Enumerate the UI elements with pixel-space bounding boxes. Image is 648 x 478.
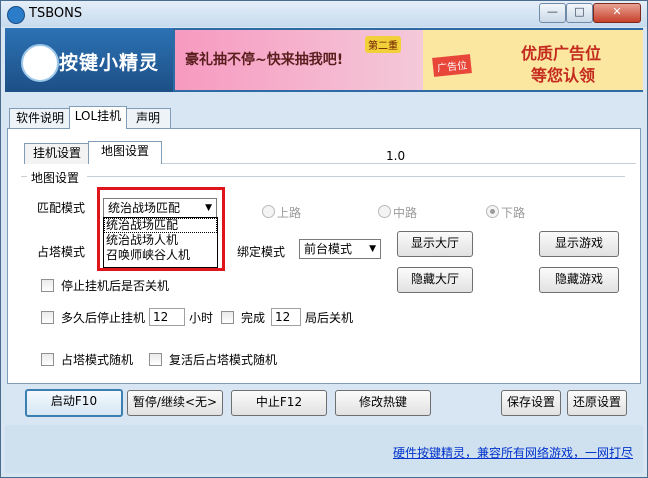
window-title: TSBONS xyxy=(29,6,83,21)
start-button[interactable]: 启动F10 xyxy=(25,389,123,417)
banner: 按键小精灵 豪礼抽不停~快来抽我吧! 第二重 广告位 优质广告位 等您认领 xyxy=(5,28,643,92)
lane-mid-label: 中路 xyxy=(393,206,418,220)
finish-games-checkbox[interactable] xyxy=(221,311,234,324)
finish-label: 完成 xyxy=(241,311,266,325)
ad1-badge: 第二重 xyxy=(365,36,401,53)
finish-suffix-label: 局后关机 xyxy=(305,311,354,325)
hide-game-button[interactable]: 隐藏游戏 xyxy=(539,267,619,293)
maximize-button[interactable]: □ xyxy=(566,3,593,23)
show-hall-button[interactable]: 显示大厅 xyxy=(397,231,473,257)
ad1-text: 豪礼抽不停~快来抽我吧! xyxy=(185,52,344,68)
tab-afk-settings[interactable]: 挂机设置 xyxy=(24,143,90,164)
finish-games-input[interactable]: 12 xyxy=(271,308,301,326)
bind-mode-select[interactable]: 前台模式 ▼ xyxy=(299,239,381,259)
stop-button[interactable]: 中止F12 xyxy=(231,390,327,416)
stop-after-hours-input[interactable]: 12 xyxy=(149,308,185,326)
lane-mid-radio[interactable] xyxy=(378,205,391,218)
close-button[interactable]: ✕ xyxy=(593,3,641,23)
chevron-down-icon: ▼ xyxy=(369,244,376,254)
bind-mode-label: 绑定模式 xyxy=(237,245,286,259)
shutdown-after-stop-checkbox[interactable] xyxy=(41,279,54,292)
hours-unit-label: 小时 xyxy=(189,311,214,325)
lane-bottom-label: 下路 xyxy=(501,206,526,220)
logo-text: 按键小精灵 xyxy=(59,52,160,74)
lane-top-radio[interactable] xyxy=(262,205,275,218)
tab-map-settings[interactable]: 地图设置 xyxy=(88,141,162,164)
highlight-box xyxy=(97,187,225,271)
save-settings-button[interactable]: 保存设置 xyxy=(501,390,561,416)
main-window: TSBONS — □ ✕ 按键小精灵 豪礼抽不停~快来抽我吧! 第二重 广告位 … xyxy=(0,0,648,478)
footer-ad-link[interactable]: 硬件按键精灵，兼容所有网络游戏，一网打尽 xyxy=(393,444,633,461)
group-line-left xyxy=(21,176,27,177)
hide-hall-button[interactable]: 隐藏大厅 xyxy=(397,267,473,293)
revive-random-tower-checkbox[interactable] xyxy=(149,353,162,366)
lane-bottom-radio[interactable] xyxy=(486,205,499,218)
ad-banner-right[interactable]: 广告位 优质广告位 等您认领 xyxy=(423,30,643,90)
tab-lol-afk[interactable]: LOL挂机 xyxy=(69,106,127,129)
stop-after-label: 多久后停止挂机 xyxy=(61,311,146,325)
tab-software-info[interactable]: 软件说明 xyxy=(9,108,71,129)
tab-statement[interactable]: 声明 xyxy=(125,108,171,129)
stop-after-checkbox[interactable] xyxy=(41,311,54,324)
revive-random-tower-label: 复活后占塔模式随机 xyxy=(169,353,278,367)
version-label: 1.0 xyxy=(386,149,406,163)
logo-area: 按键小精灵 xyxy=(5,28,173,92)
ad2-line1: 优质广告位 xyxy=(521,44,602,63)
logo-icon xyxy=(21,44,59,82)
show-game-button[interactable]: 显示游戏 xyxy=(539,231,619,257)
app-icon xyxy=(7,6,25,24)
lane-top-label: 上路 xyxy=(277,206,302,220)
random-tower-label: 占塔模式随机 xyxy=(61,353,134,367)
shutdown-after-stop-label: 停止挂机后是否关机 xyxy=(61,279,170,293)
pause-resume-button[interactable]: 暂停/继续<无> xyxy=(127,390,223,416)
bind-mode-value: 前台模式 xyxy=(304,242,353,256)
ad-banner-left[interactable]: 豪礼抽不停~快来抽我吧! 第二重 xyxy=(175,30,423,90)
edit-hotkey-button[interactable]: 修改热键 xyxy=(335,390,431,416)
ad2-line2: 等您认领 xyxy=(531,66,596,85)
tower-mode-label: 占塔模式 xyxy=(37,245,86,259)
tab-divider xyxy=(160,163,636,164)
title-bar: TSBONS — □ ✕ xyxy=(1,1,647,27)
group-line-right xyxy=(87,176,625,177)
restore-settings-button[interactable]: 还原设置 xyxy=(567,390,627,416)
map-group-title: 地图设置 xyxy=(31,171,80,185)
random-tower-checkbox[interactable] xyxy=(41,353,54,366)
match-mode-label: 匹配模式 xyxy=(37,201,86,215)
minimize-button[interactable]: — xyxy=(539,3,566,23)
ad2-tag: 广告位 xyxy=(432,54,472,77)
